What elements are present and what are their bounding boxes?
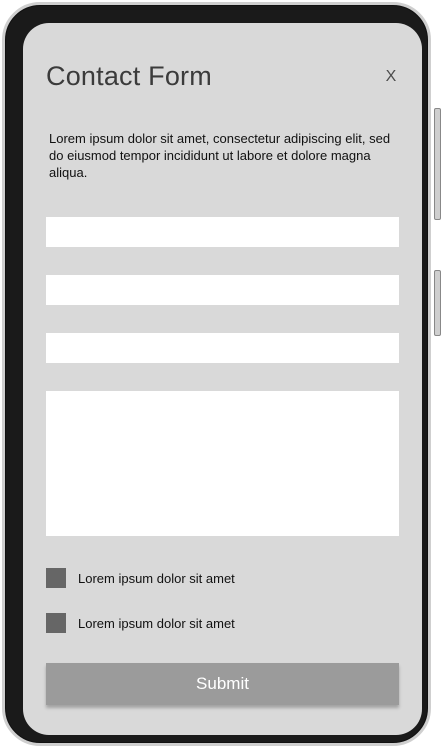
close-button[interactable]: X [382, 67, 400, 87]
checkbox-row-1[interactable]: Lorem ipsum dolor sit amet [46, 568, 235, 588]
form-field-3[interactable] [46, 333, 399, 363]
checkbox-label-2: Lorem ipsum dolor sit amet [78, 615, 235, 631]
checkbox-label-1: Lorem ipsum dolor sit amet [78, 570, 235, 586]
checkbox-row-2[interactable]: Lorem ipsum dolor sit amet [46, 613, 235, 633]
phone-frame: Contact Form X Lorem ipsum dolor sit ame… [2, 2, 431, 746]
checkbox-1[interactable] [46, 568, 66, 588]
checkbox-2[interactable] [46, 613, 66, 633]
form-field-1[interactable] [46, 217, 399, 247]
page-title: Contact Form [46, 61, 212, 91]
contact-form-screen: Contact Form X Lorem ipsum dolor sit ame… [23, 23, 422, 735]
submit-button[interactable]: Submit [46, 663, 399, 705]
power-side-button [434, 270, 441, 336]
form-field-2[interactable] [46, 275, 399, 305]
volume-side-button [434, 108, 441, 220]
message-textarea[interactable] [46, 391, 399, 536]
form-description: Lorem ipsum dolor sit amet, consectetur … [49, 131, 391, 180]
